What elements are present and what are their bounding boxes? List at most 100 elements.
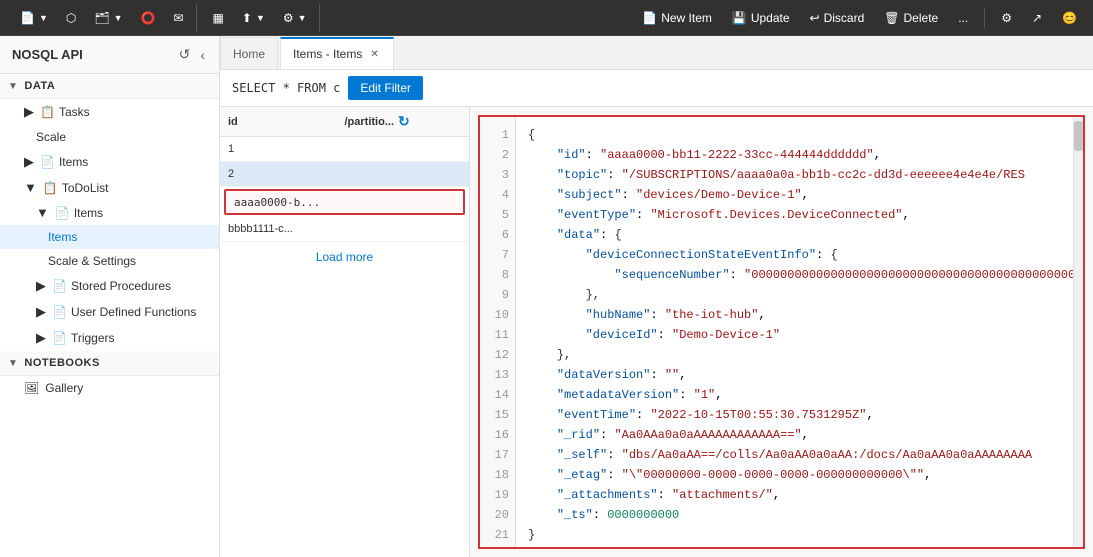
tasks-icon: 📋	[40, 105, 55, 119]
tab-items[interactable]: Items - Items ✕	[280, 37, 394, 69]
row-1-id: 1	[228, 143, 345, 155]
todolist-items-icon: 📄	[55, 206, 70, 220]
tab-home[interactable]: Home	[220, 37, 278, 69]
json-scrollbar[interactable]	[1073, 117, 1083, 547]
table-button[interactable]: ▦	[205, 4, 232, 32]
items-icon: 📄	[40, 155, 55, 169]
json-scrollbar-thumb	[1074, 121, 1083, 151]
toolbar-actions-group: ▦ ⬆ ▼ ⚙ ▼	[201, 4, 320, 32]
deploy-dropdown-icon: ▼	[256, 13, 265, 23]
list-panel: id /partitio... ↻ 1 2	[220, 107, 470, 557]
stored-proc-icon: 📄	[52, 279, 67, 293]
code-content: { "id": "aaaa0000-bb11-2222-33cc-444444d…	[516, 117, 1083, 549]
email-icon: ✉	[173, 11, 183, 25]
deploy-button[interactable]: ⬆ ▼	[234, 4, 273, 32]
update-icon: 💾	[732, 11, 747, 25]
email-button[interactable]: ✉	[165, 4, 191, 32]
data-section-label: DATA	[24, 80, 55, 92]
sidebar-item-tasks[interactable]: ▶ 📋 Tasks	[0, 99, 219, 125]
load-more-button[interactable]: Load more	[220, 242, 469, 272]
external-link-button[interactable]: ↗	[1024, 4, 1050, 32]
triggers-label: Triggers	[71, 331, 115, 345]
update-button[interactable]: 💾 Update	[724, 4, 798, 32]
github-icon: ⭕	[141, 11, 156, 25]
sidebar-item-udf[interactable]: ▶ 📄 User Defined Functions	[0, 299, 219, 325]
explorer-button[interactable]: 🗂 ▼	[86, 4, 130, 32]
discard-icon: ↩	[810, 11, 820, 25]
list-col-partition-label: /partitio...	[345, 116, 395, 128]
toolbar-file-group: 📄 ▼ ⬡ 🗂 ▼ ⭕ ✉	[8, 4, 197, 32]
sidebar-item-todolist[interactable]: ▼ 📋 ToDoList	[0, 175, 219, 200]
new-item-label: New Item	[661, 11, 712, 25]
data-section-chevron: ▼	[8, 81, 18, 92]
data-section-header[interactable]: ▼ DATA	[0, 74, 219, 99]
list-refresh-icon[interactable]: ↻	[398, 113, 410, 130]
udf-expand-icon: ▶	[36, 304, 46, 320]
table-icon: ▦	[213, 11, 224, 25]
list-row[interactable]: 1	[220, 137, 469, 162]
delete-button[interactable]: 🗑 Delete	[876, 4, 946, 32]
tasks-expand-icon: ▶	[24, 104, 34, 120]
tab-home-label: Home	[233, 47, 265, 61]
list-row-second[interactable]: bbbb1111-c...	[220, 217, 469, 242]
sidebar-refresh-button[interactable]: ↺	[177, 44, 193, 65]
scale-label: Scale	[36, 130, 66, 144]
deploy-icon: ⬆	[242, 11, 252, 25]
sidebar-item-stored-procedures[interactable]: ▶ 📄 Stored Procedures	[0, 273, 219, 299]
items-expand-icon: ▶	[24, 154, 34, 170]
github-button[interactable]: ⭕	[133, 4, 164, 32]
sidebar-item-todolist-items[interactable]: ▼ 📄 Items	[0, 200, 219, 225]
cosmos-button[interactable]: ⬡	[58, 4, 84, 32]
notebooks-section-header[interactable]: ▼ NOTEBOOKS	[0, 351, 219, 376]
more-button[interactable]: ...	[950, 4, 976, 32]
external-link-icon: ↗	[1032, 11, 1042, 25]
settings-dropdown-icon: ▼	[298, 13, 307, 23]
notebooks-section-label: NOTEBOOKS	[24, 357, 99, 369]
triggers-expand-icon: ▶	[36, 330, 46, 346]
user-icon: 😊	[1062, 11, 1077, 25]
gallery-icon: 🖼	[24, 381, 39, 395]
tab-items-close[interactable]: ✕	[368, 49, 380, 60]
file-icon: 📄	[20, 11, 35, 25]
row-2-id: 2	[228, 168, 345, 180]
todolist-icon: 📋	[43, 181, 58, 195]
json-editor[interactable]: 1 2 3 4 5 6 7 8 9 10 11 12 13	[478, 115, 1085, 549]
selected-item-box[interactable]: aaaa0000-b...	[224, 189, 465, 215]
file-button[interactable]: 📄 ▼	[12, 4, 56, 32]
discard-label: Discard	[824, 11, 865, 25]
sidebar-item-gallery[interactable]: 🖼 Gallery	[0, 376, 219, 400]
todolist-items-expand-icon: ▼	[36, 205, 49, 220]
query-bar: SELECT * FROM c Edit Filter	[220, 70, 1093, 107]
tasks-label: Tasks	[59, 105, 90, 119]
list-header: id /partitio... ↻	[220, 107, 469, 137]
row-2-partition	[345, 168, 462, 180]
sidebar-item-items[interactable]: ▶ 📄 Items	[0, 149, 219, 175]
todolist-expand-icon: ▼	[24, 180, 37, 195]
stored-proc-expand-icon: ▶	[36, 278, 46, 294]
sidebar-item-scale[interactable]: Scale	[0, 125, 219, 149]
sidebar-item-triggers[interactable]: ▶ 📄 Triggers	[0, 325, 219, 351]
list-row-selected[interactable]: 2	[220, 162, 469, 187]
second-item-partition	[345, 223, 462, 235]
content-area: Home Items - Items ✕ SELECT * FROM c Edi…	[220, 36, 1093, 557]
sidebar-title: NOSQL API	[12, 47, 83, 62]
sidebar-item-items-items[interactable]: Items	[0, 225, 219, 249]
scale-settings-label: Scale & Settings	[48, 254, 136, 268]
settings-gear-icon: ⚙	[283, 11, 294, 25]
app-settings-button[interactable]: ⚙	[993, 4, 1020, 32]
main-layout: NOSQL API ↺ ‹ ▼ DATA ▶ 📋 Tasks Scale ▶ 📄…	[0, 36, 1093, 557]
list-items: 1 2 aaaa0000-b... bbbb1111-c...	[220, 137, 469, 557]
user-button[interactable]: 😊	[1054, 4, 1085, 32]
second-item-id: bbbb1111-c...	[228, 223, 345, 235]
app-settings-icon: ⚙	[1001, 11, 1012, 25]
new-item-button[interactable]: 📄 New Item	[634, 4, 720, 32]
settings-button[interactable]: ⚙ ▼	[275, 4, 315, 32]
discard-button[interactable]: ↩ Discard	[802, 4, 873, 32]
sidebar-collapse-button[interactable]: ‹	[198, 44, 207, 65]
items-items-label: Items	[48, 230, 77, 244]
edit-filter-button[interactable]: Edit Filter	[348, 76, 423, 100]
split-pane: id /partitio... ↻ 1 2	[220, 107, 1093, 557]
sidebar-item-scale-settings[interactable]: Scale & Settings	[0, 249, 219, 273]
selected-item-id: aaaa0000-b...	[234, 196, 320, 209]
toolbar-right: 📄 New Item 💾 Update ↩ Discard 🗑 Delete .…	[634, 4, 1085, 32]
